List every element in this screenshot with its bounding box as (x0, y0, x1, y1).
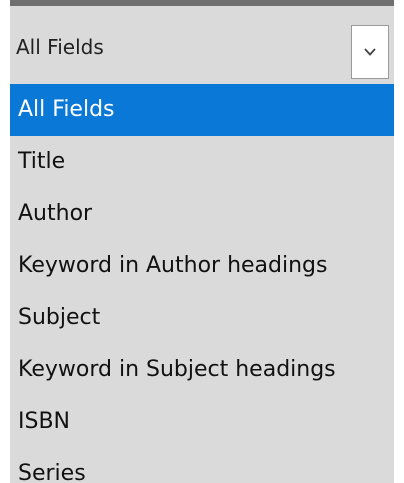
option-series[interactable]: Series (10, 448, 394, 483)
option-keyword-author-headings[interactable]: Keyword in Author headings (10, 240, 394, 292)
dropdown-toggle-button[interactable] (351, 25, 389, 79)
search-field-dropdown: All Fields All Fields Title Author Keywo… (0, 0, 404, 483)
option-isbn[interactable]: ISBN (10, 396, 394, 448)
option-all-fields[interactable]: All Fields (10, 84, 394, 136)
option-subject[interactable]: Subject (10, 292, 394, 344)
selected-value: All Fields (16, 35, 104, 59)
chevron-down-icon (364, 48, 376, 56)
search-field-select[interactable]: All Fields (10, 6, 394, 84)
options-list: All Fields Title Author Keyword in Autho… (10, 84, 394, 483)
option-author[interactable]: Author (10, 188, 394, 240)
option-keyword-subject-headings[interactable]: Keyword in Subject headings (10, 344, 394, 396)
option-title[interactable]: Title (10, 136, 394, 188)
